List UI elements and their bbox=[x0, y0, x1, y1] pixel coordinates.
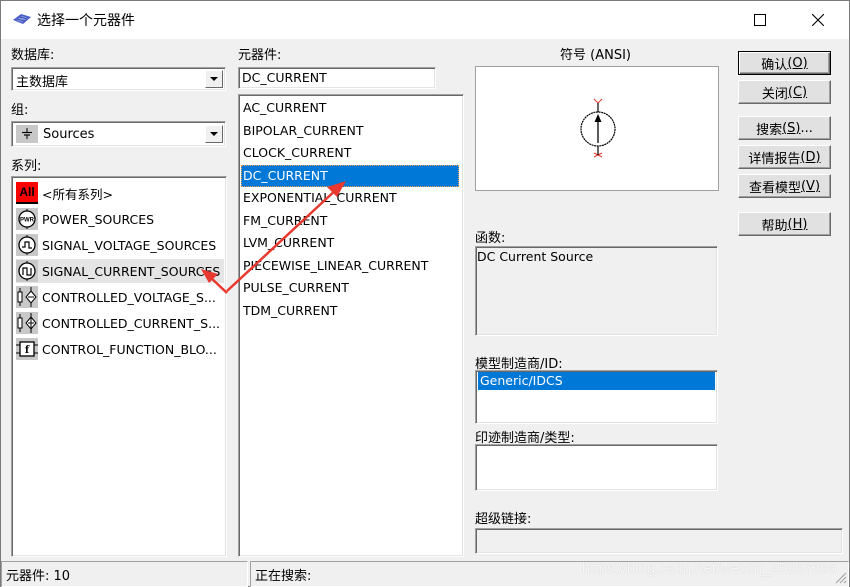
close-button[interactable]: 关闭 (C) bbox=[738, 80, 831, 104]
detail-report-mnemonic: (D) bbox=[800, 149, 821, 165]
close-button-mnemonic: (C) bbox=[787, 84, 808, 100]
model-item-selected[interactable]: Generic/IDCS bbox=[478, 372, 715, 390]
series-item-controlled-voltage[interactable]: CONTROLLED_VOLTAGE_S... bbox=[16, 285, 224, 309]
function-block-icon: f bbox=[16, 338, 38, 360]
controlled-voltage-icon bbox=[16, 286, 38, 308]
symbol-preview bbox=[475, 66, 719, 191]
component-search-input[interactable]: DC_CURRENT bbox=[238, 67, 436, 89]
component-item[interactable]: TDM_CURRENT bbox=[241, 300, 459, 322]
series-item-label: SIGNAL_CURRENT_SOURCES bbox=[42, 263, 221, 279]
ok-button[interactable]: 确认 (O) bbox=[738, 51, 831, 75]
svg-text:f: f bbox=[25, 345, 30, 356]
component-search-value: DC_CURRENT bbox=[242, 70, 327, 85]
controlled-current-icon bbox=[16, 312, 38, 334]
resize-grip-icon[interactable] bbox=[833, 570, 847, 584]
ok-button-label: 确认 bbox=[761, 57, 788, 73]
component-item[interactable]: FM_CURRENT bbox=[241, 210, 459, 232]
help-button-mnemonic: (H) bbox=[787, 216, 808, 232]
detail-report-button[interactable]: 详情报告 (D) bbox=[738, 145, 831, 169]
series-item-label: <所有系列> bbox=[42, 186, 113, 202]
view-model-label: 查看模型 bbox=[748, 180, 801, 196]
symbol-label: 符号 (ANSI) bbox=[560, 48, 631, 63]
footprint-list[interactable] bbox=[475, 444, 718, 491]
ok-button-mnemonic: (O) bbox=[787, 55, 808, 71]
searching-text: 正在搜索: bbox=[255, 568, 312, 584]
maximize-icon bbox=[754, 14, 766, 26]
component-list[interactable]: AC_CURRENT BIPOLAR_CURRENT CLOCK_CURRENT… bbox=[238, 94, 464, 557]
group-label: 组: bbox=[11, 103, 29, 118]
detail-report-label: 详情报告 bbox=[748, 151, 801, 167]
ground-source-icon bbox=[16, 125, 38, 143]
all-icon: All bbox=[16, 182, 38, 204]
component-count-text: 元器件: 10 bbox=[6, 568, 71, 584]
component-item[interactable]: CLOCK_CURRENT bbox=[241, 142, 459, 164]
hyperlink-field[interactable] bbox=[475, 528, 843, 554]
series-item-label: SIGNAL_VOLTAGE_SOURCES bbox=[42, 237, 217, 253]
function-label: 函数: bbox=[475, 231, 506, 246]
title-bar: 选择一个元器件 bbox=[1, 1, 849, 39]
series-label: 系列: bbox=[11, 159, 42, 174]
status-component-count: 元器件: 10 bbox=[1, 561, 248, 587]
database-dropdown-button[interactable] bbox=[205, 70, 223, 88]
help-button[interactable]: 帮助 (H) bbox=[738, 212, 831, 236]
series-list[interactable]: All <所有系列> PWR POWER_SOURCES SIGNAL_VOLT… bbox=[11, 176, 227, 557]
close-window-button[interactable] bbox=[795, 1, 841, 39]
series-item-control-function-blocks[interactable]: f CONTROL_FUNCTION_BLO... bbox=[16, 337, 224, 361]
component-item[interactable]: BIPOLAR_CURRENT bbox=[241, 120, 459, 142]
series-item-signal-current-sources[interactable]: SIGNAL_CURRENT_SOURCES bbox=[16, 259, 224, 283]
series-item-label: CONTROLLED_VOLTAGE_S... bbox=[42, 289, 216, 305]
search-button[interactable]: 搜索 (S)... bbox=[738, 116, 831, 140]
series-item-label: POWER_SOURCES bbox=[42, 211, 155, 227]
chevron-down-icon bbox=[210, 77, 218, 81]
database-value: 主数据库 bbox=[16, 75, 69, 90]
close-button-label: 关闭 bbox=[761, 86, 788, 102]
signal-voltage-icon bbox=[16, 234, 38, 256]
chevron-down-icon bbox=[210, 132, 218, 136]
component-item[interactable]: PULSE_CURRENT bbox=[241, 277, 459, 299]
view-model-mnemonic: (V) bbox=[800, 178, 821, 194]
select-component-dialog: 选择一个元器件 数据库: 主数据库 组: Sources 系列: All <所有… bbox=[0, 0, 850, 587]
series-item-label: CONTROL_FUNCTION_BLO... bbox=[42, 341, 217, 357]
group-dropdown-button[interactable] bbox=[205, 125, 223, 143]
model-list[interactable]: Generic/IDCS bbox=[475, 370, 718, 424]
series-item-controlled-current[interactable]: CONTROLLED_CURRENT_S... bbox=[16, 311, 224, 335]
database-label: 数据库: bbox=[11, 48, 55, 63]
hyperlink-label: 超级链接: bbox=[475, 512, 532, 527]
search-button-label: 搜索 bbox=[756, 122, 783, 138]
watermark: https://blog.csdn.net/weixin_45967696 bbox=[581, 560, 837, 577]
component-item[interactable]: PIECEWISE_LINEAR_CURRENT bbox=[241, 255, 459, 277]
series-item-label: CONTROLLED_CURRENT_S... bbox=[42, 315, 221, 331]
close-icon bbox=[812, 14, 824, 26]
series-item-signal-voltage-sources[interactable]: SIGNAL_VOLTAGE_SOURCES bbox=[16, 233, 224, 257]
function-value: DC Current Source bbox=[477, 249, 594, 264]
function-display: DC Current Source bbox=[475, 246, 718, 336]
database-select[interactable]: 主数据库 bbox=[11, 67, 226, 91]
maximize-button[interactable] bbox=[737, 1, 783, 39]
component-label: 元器件: bbox=[238, 48, 282, 63]
group-select[interactable]: Sources bbox=[11, 121, 226, 147]
component-item[interactable]: LVM_CURRENT bbox=[241, 232, 459, 254]
help-button-label: 帮助 bbox=[761, 218, 788, 234]
component-item[interactable]: AC_CURRENT bbox=[241, 97, 459, 119]
signal-current-icon bbox=[16, 260, 38, 282]
component-item-selected[interactable]: DC_CURRENT bbox=[241, 165, 459, 187]
search-button-ellipsis: ... bbox=[800, 120, 813, 136]
component-item[interactable]: EXPONENTIAL_CURRENT bbox=[241, 187, 459, 209]
view-model-button[interactable]: 查看模型 (V) bbox=[738, 174, 831, 198]
group-value: Sources bbox=[43, 127, 95, 142]
power-source-icon: PWR bbox=[16, 208, 38, 230]
search-button-mnemonic: (S) bbox=[782, 120, 801, 136]
dc-current-source-symbol bbox=[580, 98, 616, 158]
window-title: 选择一个元器件 bbox=[37, 13, 135, 29]
multisim-app-icon bbox=[13, 14, 31, 24]
series-item-power-sources[interactable]: PWR POWER_SOURCES bbox=[16, 207, 224, 231]
svg-text:PWR: PWR bbox=[20, 218, 35, 224]
series-item-all[interactable]: All <所有系列> bbox=[16, 181, 224, 205]
